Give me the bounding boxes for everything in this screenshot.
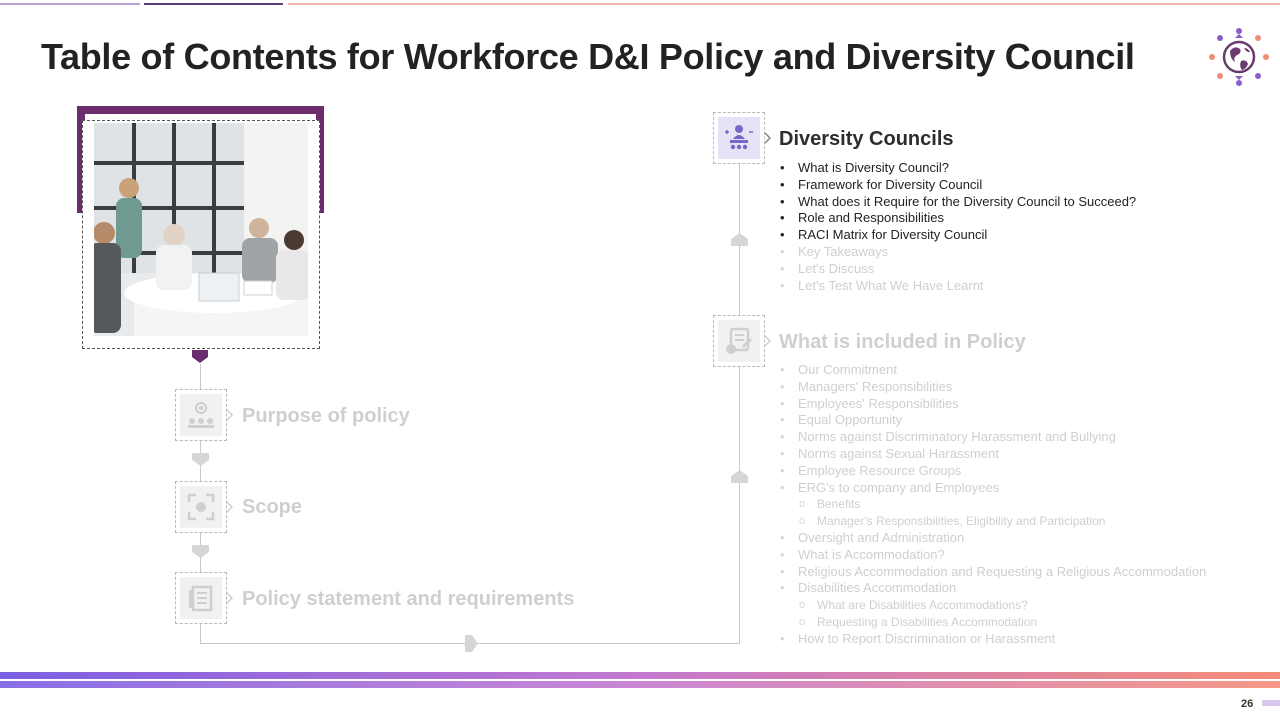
policy-section-title: What is included in Policy — [779, 331, 1026, 353]
list-item: Employees' Responsibilities — [780, 396, 1206, 413]
globe-people-icon — [1209, 28, 1269, 86]
diversity-councils-title: Diversity Councils — [779, 128, 954, 150]
list-item: What is Diversity Council? — [780, 160, 1136, 177]
diversity-councils-icon-box — [713, 112, 772, 164]
diversity-councils-active-list: What is Diversity Council? Framework for… — [780, 160, 1136, 244]
purpose-of-policy-label: Purpose of policy — [242, 405, 410, 427]
list-item: Disabilities Accommodation — [780, 580, 1206, 597]
sub-list-item: What are Disabilities Accommodations? — [780, 597, 1206, 614]
policy-statement-label: Policy statement and requirements — [242, 588, 575, 610]
list-item: Let's Test What We Have Learnt — [780, 278, 984, 295]
list-item: Oversight and Administration — [780, 530, 1206, 547]
list-item: Norms against Sexual Harassment — [780, 446, 1206, 463]
list-item: Let's Discuss — [780, 261, 984, 278]
photo-pin-marker — [192, 350, 208, 363]
policy-checklist-icon — [726, 327, 752, 354]
chevron-down-icon — [192, 545, 209, 558]
sub-list-item: Benefits — [780, 496, 1206, 513]
list-item: What does it Require for the Diversity C… — [780, 194, 1136, 211]
purpose-icon-box — [175, 389, 234, 441]
list-item: Role and Responsibilities — [780, 210, 1136, 227]
page-number-accent — [1262, 700, 1280, 706]
chevron-right-icon — [465, 635, 478, 652]
chevron-up-icon — [731, 233, 748, 246]
list-item: What is Accommodation? — [780, 547, 1206, 564]
sub-list-item: Manager's Responsibilities, Eligibility … — [780, 513, 1206, 530]
list-item: Framework for Diversity Council — [780, 177, 1136, 194]
council-meeting-icon — [725, 125, 753, 150]
chevron-up-icon — [731, 470, 748, 483]
diversity-councils-faded-list: Key Takeaways Let's Discuss Let's Test W… — [780, 244, 984, 294]
list-item: Key Takeaways — [780, 244, 984, 261]
document-list-icon — [189, 585, 213, 612]
sub-list-item: Requesting a Disabilities Accommodation — [780, 614, 1206, 631]
scope-label: Scope — [242, 496, 303, 518]
list-item: Managers' Responsibilities — [780, 379, 1206, 396]
scope-icon-box — [175, 481, 234, 533]
page-number: 26 — [1241, 698, 1254, 710]
list-item: ERG's to company and Employees — [780, 480, 1206, 497]
policy-statement-icon-box — [175, 572, 234, 624]
chevron-down-icon — [192, 453, 209, 466]
policy-icon-box — [713, 315, 772, 367]
list-item: Religious Accommodation and Requesting a… — [780, 564, 1206, 581]
list-item: How to Report Discrimination or Harassme… — [780, 631, 1206, 648]
list-item: RACI Matrix for Diversity Council — [780, 227, 1136, 244]
top-line-3 — [288, 3, 1280, 5]
top-line-2 — [144, 3, 283, 5]
gear-people-icon — [188, 402, 214, 428]
meeting-photo — [94, 123, 308, 336]
list-item: Norms against Discriminatory Harassment … — [780, 429, 1206, 446]
top-line-1 — [0, 3, 140, 5]
policy-items-list: Our CommitmentManagers' Responsibilities… — [780, 362, 1206, 648]
page-title: Table of Contents for Workforce D&I Poli… — [41, 36, 1135, 77]
focus-target-icon — [187, 493, 215, 521]
list-item: Equal Opportunity — [780, 412, 1206, 429]
bottom-gradient-bar — [0, 672, 1280, 688]
list-item: Employee Resource Groups — [780, 463, 1206, 480]
list-item: Our Commitment — [780, 362, 1206, 379]
